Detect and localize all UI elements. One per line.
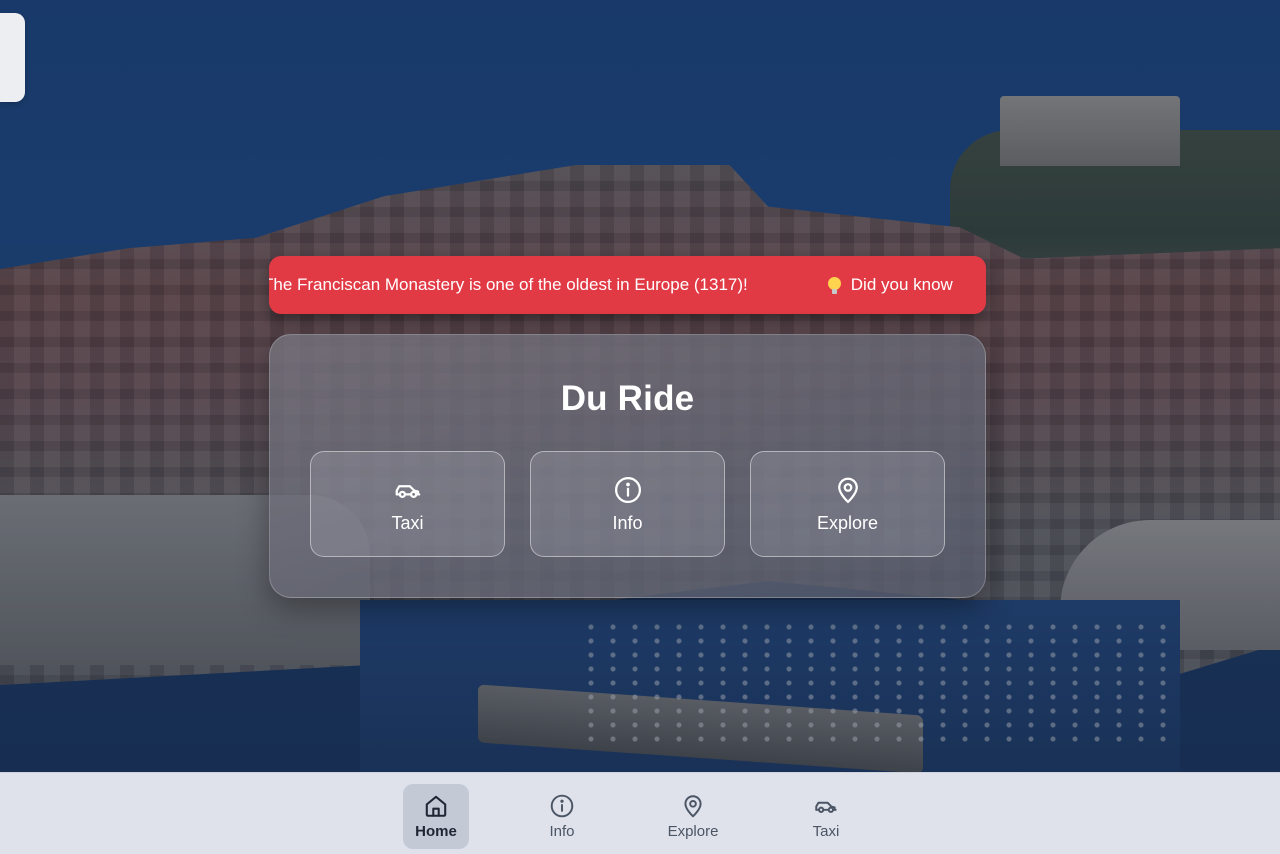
nav-explore[interactable]: Explore — [660, 784, 726, 849]
nav-taxi[interactable]: Taxi — [793, 784, 859, 849]
car-icon — [395, 484, 420, 498]
app-title: Du Ride — [560, 379, 695, 418]
fact-ticker: The Franciscan Monastery is one of the o… — [269, 256, 986, 314]
taxi-button[interactable]: Taxi — [310, 451, 505, 557]
ticker-track: The Franciscan Monastery is one of the o… — [269, 256, 986, 314]
ticker-item: The Franciscan Monastery is one of the o… — [269, 275, 748, 295]
main-card: Du Ride Taxi Info Explore — [269, 334, 986, 598]
home-icon — [425, 795, 447, 817]
info-button-label: Info — [612, 512, 643, 533]
ticker-text: Did you know — [850, 275, 953, 294]
info-icon — [550, 794, 574, 818]
nav-info-label: Info — [549, 823, 575, 840]
nav-home-label: Home — [415, 823, 457, 840]
info-button[interactable]: Info — [530, 451, 725, 557]
nav-taxi-label: Taxi — [812, 823, 840, 840]
side-panel-tab[interactable] — [0, 13, 25, 102]
explore-button-label: Explore — [816, 512, 879, 533]
info-icon — [614, 476, 641, 503]
map-pin-icon — [684, 795, 702, 818]
explore-button[interactable]: Explore — [750, 451, 945, 557]
nav-info[interactable]: Info — [529, 784, 595, 849]
nav-explore-label: Explore — [667, 823, 719, 840]
ticker-text: The Franciscan Monastery is one of the o… — [269, 275, 748, 294]
taxi-button-label: Taxi — [391, 512, 424, 533]
ticker-item: Did you know — [827, 275, 953, 295]
lightbulb-icon — [827, 276, 841, 294]
car-icon — [815, 801, 837, 813]
bottom-navigation: Home Info Explore Taxi — [0, 772, 1280, 854]
map-pin-icon — [837, 477, 858, 503]
nav-home[interactable]: Home — [403, 784, 469, 849]
